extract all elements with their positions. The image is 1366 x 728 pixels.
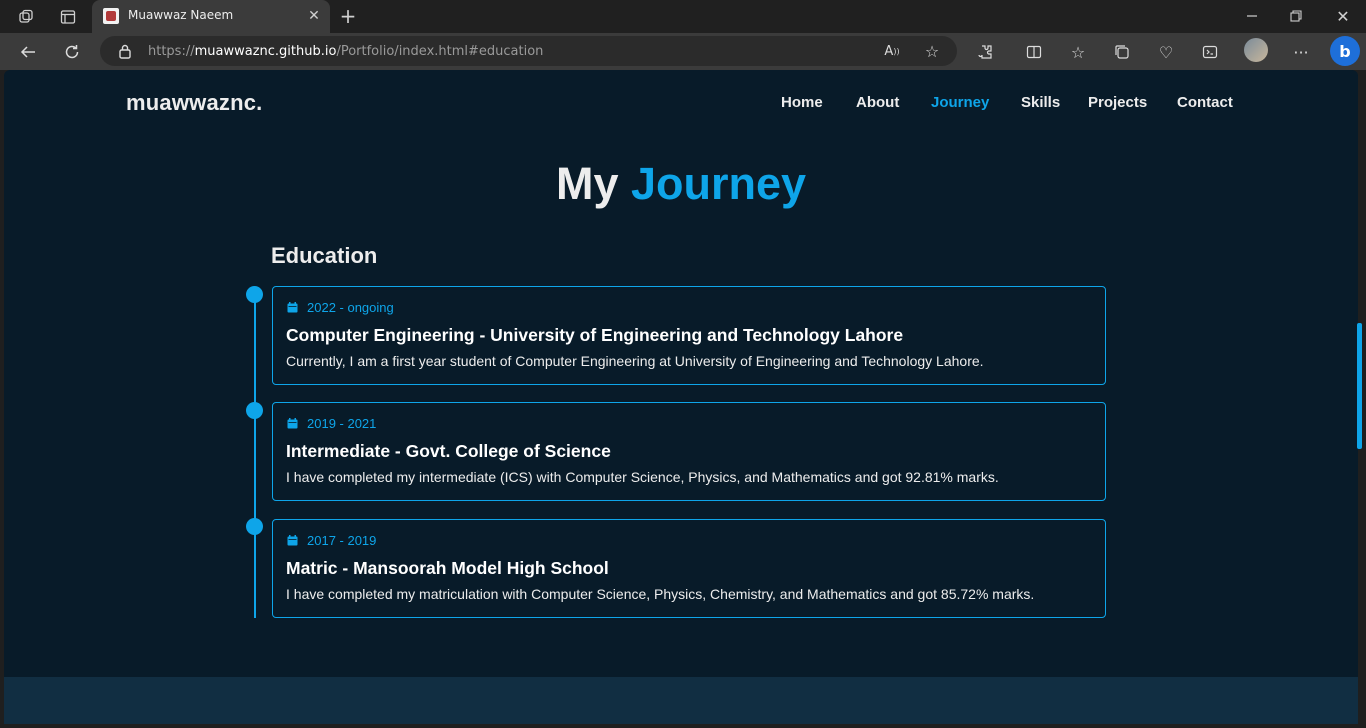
page-viewport: muawwaznc. Home About Journey Skills Pro… — [4, 70, 1358, 724]
split-screen-icon[interactable] — [1021, 39, 1047, 65]
new-tab-icon[interactable]: + — [336, 4, 360, 28]
scrollbar-thumb[interactable] — [1357, 323, 1362, 449]
nav-contact[interactable]: Contact — [1177, 94, 1233, 111]
tab-title: Muawwaz Naeem — [128, 8, 234, 22]
calendar-icon — [287, 302, 298, 313]
close-window-icon[interactable]: ✕ — [1330, 4, 1356, 28]
card-title: Matric - Mansoorah Model High School — [286, 558, 609, 578]
browser-essentials-icon[interactable]: ♡ — [1153, 39, 1179, 65]
card-date: 2022 - ongoing — [287, 300, 394, 315]
education-card: 2019 - 2021 Intermediate - Govt. College… — [272, 402, 1106, 501]
profile-avatar[interactable] — [1244, 38, 1268, 62]
card-description: Currently, I am a first year student of … — [286, 353, 984, 369]
calendar-icon — [287, 535, 298, 546]
tab-actions-icon[interactable] — [56, 5, 80, 29]
card-description: I have completed my intermediate (ICS) w… — [286, 469, 999, 485]
card-date: 2019 - 2021 — [287, 416, 376, 431]
card-title: Computer Engineering - University of Eng… — [286, 325, 904, 345]
extensions-icon[interactable] — [972, 39, 998, 65]
back-arrow-icon[interactable] — [15, 39, 41, 65]
card-title: Intermediate - Govt. College of Science — [286, 441, 611, 461]
collections-icon[interactable] — [1109, 39, 1135, 65]
section-title-plain: My — [555, 158, 619, 209]
nav-about[interactable]: About — [856, 94, 899, 111]
favorite-star-icon[interactable]: ☆ — [919, 38, 945, 64]
card-description: I have completed my matriculation with C… — [286, 586, 1035, 602]
next-section-band — [4, 677, 1358, 724]
nav-skills[interactable]: Skills — [1021, 94, 1060, 111]
close-tab-icon[interactable]: ✕ — [304, 6, 324, 26]
browser-tab-active[interactable]: Muawwaz Naeem ✕ — [92, 0, 330, 33]
url-text[interactable]: https://muawwaznc.github.io/Portfolio/in… — [148, 44, 543, 59]
nav-home[interactable]: Home — [781, 94, 823, 111]
card-date: 2017 - 2019 — [287, 533, 376, 548]
education-heading: Education — [271, 243, 378, 268]
address-bar[interactable]: https://muawwaznc.github.io/Portfolio/in… — [100, 36, 957, 66]
timeline-dot — [246, 286, 263, 303]
favorites-icon[interactable]: ☆ — [1065, 39, 1091, 65]
section-title: My Journey — [4, 158, 1358, 210]
bing-copilot-icon[interactable]: b — [1330, 36, 1360, 66]
more-options-icon[interactable]: ··· — [1288, 39, 1314, 65]
site-logo[interactable]: muawwaznc. — [126, 90, 262, 116]
calendar-icon — [287, 418, 298, 429]
minimize-icon[interactable] — [1240, 4, 1264, 28]
timeline-dot — [246, 518, 263, 535]
workspaces-icon[interactable] — [14, 5, 38, 29]
education-card: 2022 - ongoing Computer Engineering - Un… — [272, 286, 1106, 385]
browser-tab-strip: Muawwaz Naeem ✕ + ✕ — [0, 0, 1366, 33]
restore-icon[interactable] — [1284, 4, 1308, 28]
read-aloud-icon[interactable]: A)) — [879, 38, 905, 64]
education-card: 2017 - 2019 Matric - Mansoorah Model Hig… — [272, 519, 1106, 618]
site-favicon-icon — [103, 8, 119, 24]
nav-journey[interactable]: Journey — [931, 94, 989, 111]
browser-toolbar: https://muawwaznc.github.io/Portfolio/in… — [0, 33, 1366, 70]
section-title-accent: Journey — [630, 158, 807, 209]
lock-icon[interactable] — [118, 43, 132, 59]
timeline-dot — [246, 402, 263, 419]
refresh-icon[interactable] — [59, 39, 85, 65]
timeline-line — [254, 294, 256, 618]
screenshot-icon[interactable] — [1197, 39, 1223, 65]
nav-projects[interactable]: Projects — [1088, 94, 1147, 111]
